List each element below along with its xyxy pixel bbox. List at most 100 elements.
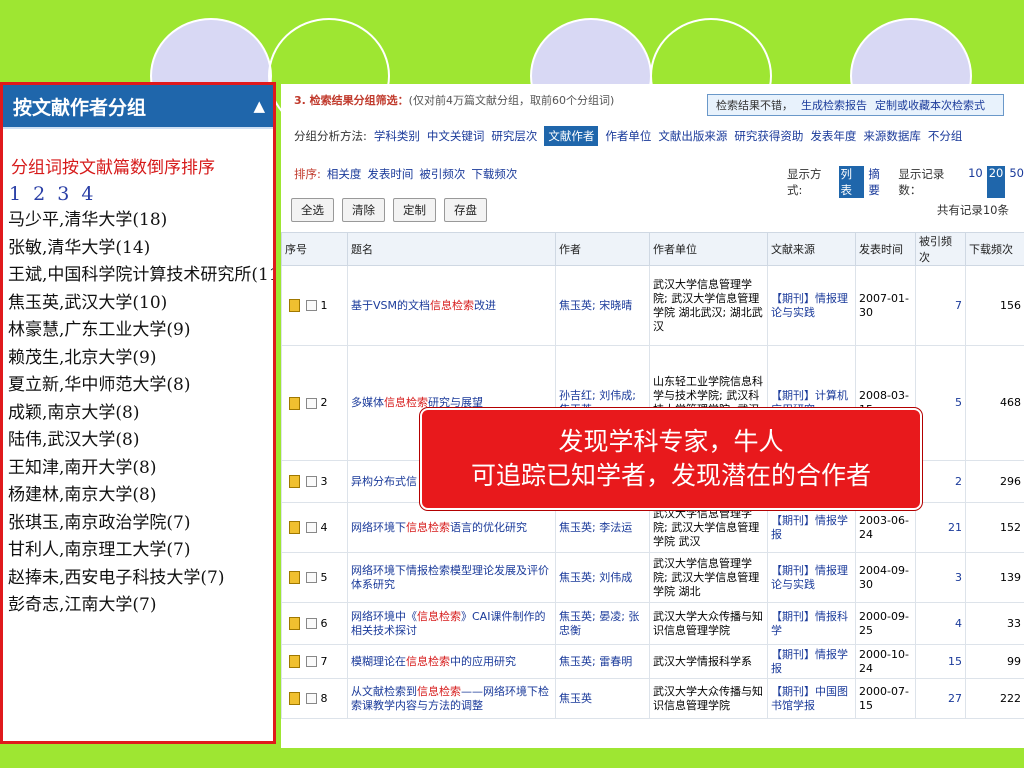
article-authors[interactable]: 焦玉英; 李法运 (555, 502, 650, 553)
group-method-link[interactable]: 不分组 (928, 128, 963, 144)
row-checkbox[interactable] (306, 656, 317, 667)
pagination[interactable]: 1 2 3 4 (3, 183, 273, 207)
sort-option-link[interactable]: 发表时间 (367, 166, 413, 182)
sort-option-link[interactable]: 相关度 (327, 166, 362, 182)
records-option[interactable]: 50 (1009, 166, 1024, 198)
records-option[interactable]: 20 (986, 166, 1006, 198)
citation-count[interactable]: 7 (915, 265, 966, 346)
group-method-link[interactable]: 研究层次 (491, 128, 537, 144)
article-authors[interactable]: 焦玉英; 雷春明 (555, 644, 650, 679)
document-icon[interactable] (289, 692, 300, 705)
article-authors[interactable]: 焦玉英; 刘伟成 (555, 552, 650, 603)
article-authors[interactable]: 焦玉英 (555, 678, 650, 719)
group-method-link[interactable]: 研究获得资助 (734, 128, 803, 144)
citation-count[interactable]: 27 (915, 678, 966, 719)
sort-option-link[interactable]: 下载频次 (471, 166, 517, 182)
row-checkbox[interactable] (306, 300, 317, 311)
group-method-link[interactable]: 文献出版来源 (658, 128, 727, 144)
column-header[interactable]: 作者单位 (649, 232, 768, 266)
row-checkbox[interactable] (306, 572, 317, 583)
column-header[interactable]: 文献来源 (767, 232, 856, 266)
citation-count[interactable]: 21 (915, 502, 966, 553)
column-header[interactable]: 发表时间 (855, 232, 916, 266)
author-group-item[interactable]: 王斌,中国科学院计算技术研究所(11) (3, 262, 273, 290)
publication-source[interactable]: 【期刊】情报学报 (767, 502, 856, 553)
citation-count[interactable]: 2 (915, 460, 966, 503)
article-authors[interactable]: 焦玉英; 晏凌; 张忠衡 (555, 602, 650, 645)
author-group-item[interactable]: 成颖,南京大学(8) (3, 400, 273, 428)
table-row: 4 网络环境下信息检索语言的优化研究 焦玉英; 李法运 武汉大学信息管理学院; 武汉大… (281, 502, 1024, 553)
article-title[interactable]: 模糊理论在信息检索中的应用研究 (347, 644, 556, 679)
panel-header[interactable]: 按文献作者分组 ▲ (3, 85, 273, 129)
citation-count[interactable]: 5 (915, 345, 966, 461)
article-title[interactable]: 基于VSM的文档信息检索改进 (347, 265, 556, 346)
select-all-button[interactable]: 全选 (291, 198, 334, 222)
generate-report-link[interactable]: 生成检索报告 (801, 97, 867, 113)
document-icon[interactable] (289, 299, 300, 312)
column-header[interactable]: 作者 (555, 232, 650, 266)
article-authors[interactable]: 焦玉英; 宋晓晴 (555, 265, 650, 346)
author-group-item[interactable]: 林豪慧,广东工业大学(9) (3, 317, 273, 345)
author-affiliation: 武汉大学大众传播与知识信息管理学院 (649, 602, 768, 645)
group-method-link[interactable]: 文献作者 (544, 126, 599, 146)
column-header[interactable]: 序号 (281, 232, 348, 266)
save-button[interactable]: 存盘 (444, 198, 487, 222)
publication-source[interactable]: 【期刊】情报学报 (767, 644, 856, 679)
publication-source[interactable]: 【期刊】情报理论与实践 (767, 552, 856, 603)
table-row: 5 网络环境下情报检索模型理论发展及评价体系研究 焦玉英; 刘伟成 武汉大学信息管理学… (281, 552, 1024, 603)
group-method-link[interactable]: 来源数据库 (863, 128, 921, 144)
document-icon[interactable] (289, 571, 300, 584)
total-records: 共有记录10条 (936, 203, 1009, 217)
citation-count[interactable]: 3 (915, 552, 966, 603)
author-affiliation: 武汉大学情报科学系 (649, 644, 768, 679)
document-icon[interactable] (289, 617, 300, 630)
column-header[interactable]: 题名 (347, 232, 556, 266)
author-group-item[interactable]: 张琪玉,南京政治学院(7) (3, 510, 273, 538)
sort-option-link[interactable]: 被引频次 (419, 166, 465, 182)
row-checkbox[interactable] (306, 618, 317, 629)
citation-count[interactable]: 4 (915, 602, 966, 645)
author-group-item[interactable]: 王知津,南开大学(8) (3, 455, 273, 483)
article-title[interactable]: 网络环境下信息检索语言的优化研究 (347, 502, 556, 553)
list-view-toggle[interactable]: 列表 (838, 166, 865, 198)
group-method-link[interactable]: 中文关键词 (427, 128, 485, 144)
document-icon[interactable] (289, 396, 300, 410)
article-title[interactable]: 网络环境中《信息检索》CAI课件制作的相关技术探讨 (347, 602, 556, 645)
row-checkbox[interactable] (306, 522, 317, 533)
row-controls: 3 (281, 460, 348, 503)
collapse-icon[interactable]: ▲ (253, 97, 265, 115)
sort-bar: 排序: 相关度 发表时间 被引频次 下载频次 (294, 166, 517, 182)
author-group-item[interactable]: 张敏,清华大学(14) (3, 235, 273, 263)
author-group-item[interactable]: 彭奇志,江南大学(7) (3, 592, 273, 620)
article-title[interactable]: 网络环境下情报检索模型理论发展及评价体系研究 (347, 552, 556, 603)
author-group-item[interactable]: 马少平,清华大学(18) (3, 207, 273, 235)
document-icon[interactable] (289, 521, 300, 534)
author-group-item[interactable]: 夏立新,华中师范大学(8) (3, 372, 273, 400)
group-method-link[interactable]: 发表年度 (810, 128, 856, 144)
publication-source[interactable]: 【期刊】情报科学 (767, 602, 856, 645)
publication-source[interactable]: 【期刊】情报理论与实践 (767, 265, 856, 346)
row-checkbox[interactable] (306, 693, 317, 704)
author-group-item[interactable]: 杨建林,南京大学(8) (3, 482, 273, 510)
row-checkbox[interactable] (306, 397, 317, 409)
abstract-view-toggle[interactable]: 摘要 (868, 166, 890, 198)
row-checkbox[interactable] (306, 476, 317, 487)
author-group-item[interactable]: 赵捧未,西安电子科技大学(7) (3, 565, 273, 593)
clear-button[interactable]: 清除 (342, 198, 385, 222)
author-group-item[interactable]: 焦玉英,武汉大学(10) (3, 290, 273, 318)
column-header[interactable]: 被引频次 (915, 232, 966, 266)
group-method-link[interactable]: 学科类别 (374, 128, 420, 144)
author-group-item[interactable]: 甘利人,南京理工大学(7) (3, 537, 273, 565)
article-title[interactable]: 从文献检索到信息检索——网络环境下检索课教学内容与方法的调整 (347, 678, 556, 719)
author-group-item[interactable]: 赖茂生,北京大学(9) (3, 345, 273, 373)
citation-count[interactable]: 15 (915, 644, 966, 679)
group-method-link[interactable]: 作者单位 (605, 128, 651, 144)
document-icon[interactable] (289, 475, 300, 488)
records-option[interactable]: 10 (968, 166, 983, 198)
document-icon[interactable] (289, 655, 300, 668)
publication-source[interactable]: 【期刊】中国图书馆学报 (767, 678, 856, 719)
column-header[interactable]: 下载频次 (965, 232, 1024, 266)
customize-button[interactable]: 定制 (393, 198, 436, 222)
author-group-item[interactable]: 陆伟,武汉大学(8) (3, 427, 273, 455)
save-query-link[interactable]: 定制或收藏本次检索式 (875, 97, 985, 113)
